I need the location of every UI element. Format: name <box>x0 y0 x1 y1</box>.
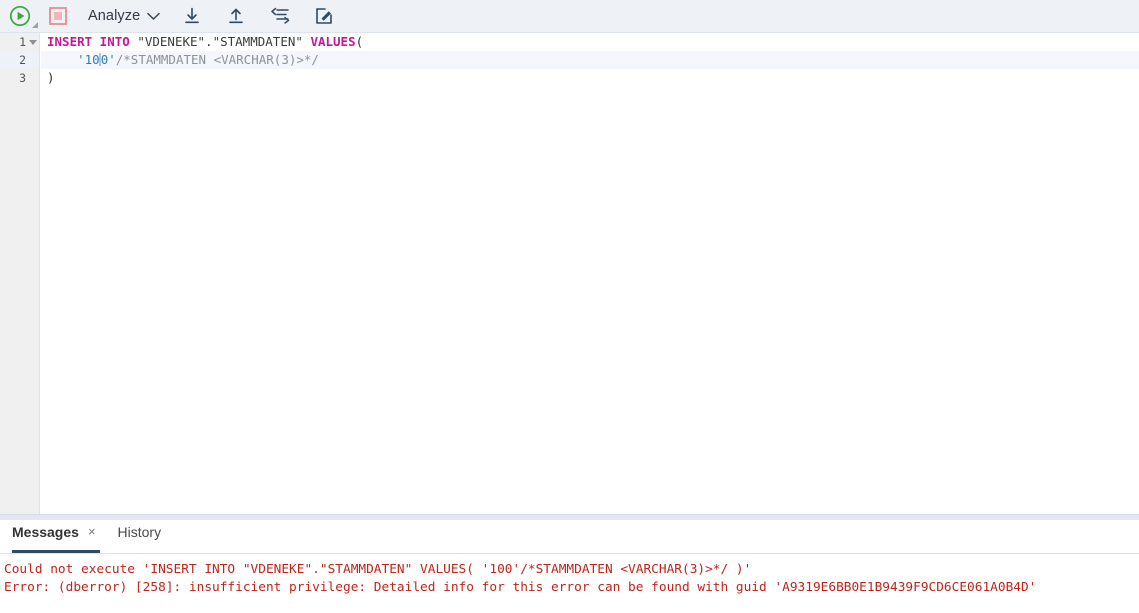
code-line-1[interactable]: INSERT INTO "VDENEKE"."STAMMDATEN" VALUE… <box>41 33 1139 51</box>
analyze-label: Analyze <box>88 8 141 24</box>
sql-editor[interactable]: 123 INSERT INTO "VDENEKE"."STAMMDATEN" V… <box>0 33 1139 514</box>
download-sql-button[interactable] <box>170 0 214 33</box>
code-line-2[interactable]: '100'/*STAMMDATEN <VARCHAR(3)>*/ <box>41 51 1139 69</box>
play-circle-icon <box>9 5 31 27</box>
token-kw: VALUES <box>310 34 356 49</box>
arrow-down-to-line-icon <box>182 6 202 26</box>
message-line-1: Could not execute 'INSERT INTO "VDENEKE"… <box>4 562 752 577</box>
stop-query-button[interactable] <box>40 0 76 33</box>
tab-label: History <box>117 523 162 540</box>
upload-sql-button[interactable] <box>214 0 258 33</box>
chevron-down-icon <box>147 12 161 21</box>
edit-sql-button[interactable] <box>302 0 346 33</box>
token-plain: ) <box>47 70 55 85</box>
tab-label: Messages <box>12 523 79 540</box>
pencil-square-icon <box>314 6 334 26</box>
format-indent-icon <box>269 7 291 25</box>
message-line-2: Error: (dberror) [258]: insufficient pri… <box>4 580 1037 595</box>
code-line-3[interactable]: ) <box>41 69 1139 87</box>
line-number-gutter: 123 <box>0 33 40 514</box>
gutter-line-2[interactable]: 2 <box>0 51 39 69</box>
messages-output: Could not execute 'INSERT INTO "VDENEKE"… <box>0 554 1139 597</box>
gutter-line-3[interactable]: 3 <box>0 69 39 87</box>
token-ident: "VDENEKE"."STAMMDATEN" <box>137 34 303 49</box>
token-str: 0' <box>100 52 116 67</box>
gutter-line-1[interactable]: 1 <box>0 33 39 51</box>
close-icon[interactable]: × <box>88 515 96 549</box>
stop-square-icon <box>49 7 67 25</box>
bottom-panel: Messages × History Could not execute 'INSE… <box>0 520 1139 613</box>
code-area[interactable]: INSERT INTO "VDENEKE"."STAMMDATEN" VALUE… <box>41 33 1139 514</box>
bottom-panel-tabbar: Messages × History <box>0 520 1139 554</box>
tab-messages[interactable]: Messages × <box>12 519 108 553</box>
toolbar: Analyze <box>0 0 1139 33</box>
token-cmt: /*STAMMDATEN <VARCHAR(3)>*/ <box>115 52 319 67</box>
token-str: '10 <box>77 52 100 67</box>
format-sql-button[interactable] <box>258 0 302 33</box>
arrow-up-from-line-icon <box>226 6 246 26</box>
fold-triangle-icon[interactable] <box>29 40 37 45</box>
token-kw: INSERT INTO <box>47 34 130 49</box>
run-options-dropdown-icon[interactable] <box>32 21 38 28</box>
run-query-button[interactable] <box>0 0 40 33</box>
analyze-menu-button[interactable]: Analyze <box>78 0 170 33</box>
token-plain: ( <box>355 34 364 49</box>
tab-history[interactable]: History <box>118 519 174 553</box>
